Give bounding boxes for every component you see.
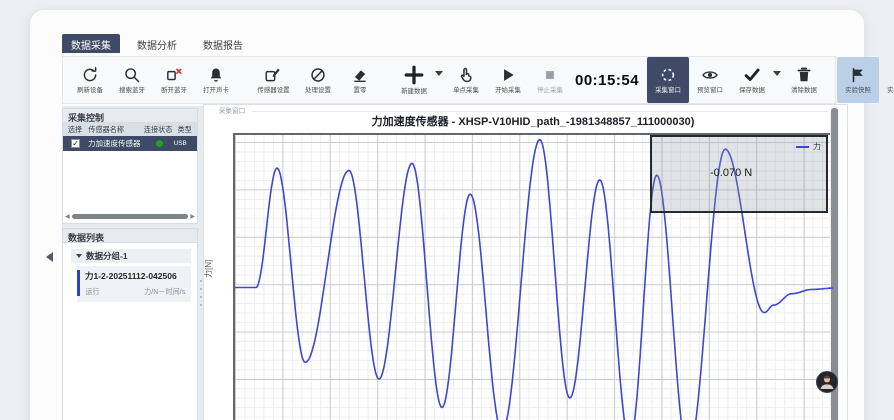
sensor-table-hscrollbar[interactable]: ◀ ▶: [65, 213, 195, 220]
save-data-button[interactable]: 保存数据: [731, 57, 773, 103]
col-type: 类型: [178, 124, 197, 134]
assistant-avatar-button[interactable]: [816, 371, 838, 393]
sound-card-icon: [207, 66, 225, 84]
start-capture-button[interactable]: 开始采集: [487, 57, 529, 103]
capture-window-button[interactable]: 采集窗口: [647, 57, 689, 103]
stop-capture-icon: [541, 66, 559, 84]
scroll-right-icon[interactable]: ▶: [190, 214, 195, 220]
selection-value: -0.070 N: [710, 167, 752, 179]
tab-data-collection[interactable]: 数据采集: [62, 34, 120, 53]
scroll-left-icon[interactable]: ◀: [65, 214, 70, 220]
disconnect-bluetooth-icon: [165, 66, 183, 84]
chart-plot[interactable]: -0.070 N 力 3210-1-2: [233, 133, 833, 420]
data-group-label: 数据分组-1: [86, 250, 128, 262]
processing-settings-icon: [309, 66, 327, 84]
item-accent-bar: [77, 270, 80, 296]
tab-data-report[interactable]: 数据报告: [194, 34, 252, 53]
refresh-icon: [81, 66, 99, 84]
capture-window-icon: [659, 66, 677, 84]
experiment-snapshot-button[interactable]: 实验快照: [837, 57, 879, 103]
chart-title: 力加速度传感器 - XHSP-V10HID_path_-1981348857_1…: [233, 113, 833, 129]
refresh-device-button[interactable]: 刷新设备: [69, 57, 111, 103]
clear-data-button[interactable]: 清除数据: [783, 57, 825, 103]
search-bluetooth-button[interactable]: 搜索蓝牙: [111, 57, 153, 103]
preview-window-icon: [701, 66, 719, 84]
new-data-icon: [404, 65, 424, 85]
legend-line-swatch: [796, 146, 809, 148]
save-data-icon: [743, 66, 761, 84]
zero-button[interactable]: 置零: [339, 57, 381, 103]
status-dot: [156, 140, 163, 147]
col-connection-status: 连接状态: [144, 124, 176, 134]
sidebar-collapse-handle[interactable]: [46, 252, 53, 262]
disconnect-bluetooth-button[interactable]: 断开蓝牙: [153, 57, 195, 103]
data-list-panel: 数据列表 数据分组-1 力1-2-20251112-042506 运行 力/N－…: [62, 228, 198, 420]
zero-icon: [351, 66, 369, 84]
sensor-type: USB: [174, 140, 187, 146]
tab-data-analysis[interactable]: 数据分析: [128, 34, 186, 53]
clear-data-icon: [795, 66, 813, 84]
chevron-down-icon: [76, 254, 82, 258]
col-sensor-name: 传感器名称: [88, 124, 141, 134]
data-item-title: 力1-2-20251112-042506: [85, 270, 186, 282]
snapshot-icon: [849, 66, 867, 84]
person-icon: [817, 372, 837, 392]
collection-control-panel: 采集控制 选择 传感器名称 连接状态 类型 ✓ 力加速度传感器 USB ◀ ▶: [62, 108, 198, 224]
processing-settings-button[interactable]: 处理设置: [297, 57, 339, 103]
save-data-dropdown-caret[interactable]: [773, 71, 781, 76]
col-select: 选择: [64, 124, 87, 134]
single-point-icon: [457, 66, 475, 84]
open-sound-card-button[interactable]: 打开声卡: [195, 57, 237, 103]
sensor-settings-button[interactable]: 传感器设置: [249, 57, 297, 103]
collection-control-title: 采集控制: [63, 109, 197, 123]
legend-series-label: 力: [813, 141, 821, 152]
y-axis-label: 力[N]: [203, 260, 214, 278]
chart-legend: 力: [796, 141, 821, 152]
new-data-button[interactable]: 新建数据: [393, 57, 435, 103]
experiment-record-button[interactable]: 实验录制: [879, 57, 894, 103]
data-list-title: 数据列表: [63, 229, 197, 243]
app-window: 数据采集 数据分析 数据报告 刷新设备 搜索蓝牙 断开蓝牙 打开声卡: [0, 0, 894, 420]
main-tabbar: 数据采集 数据分析 数据报告: [62, 34, 252, 53]
sensor-name: 力加速度传感器: [88, 138, 144, 149]
sensor-checkbox[interactable]: ✓: [71, 139, 80, 148]
sensor-table-row[interactable]: ✓ 力加速度传感器 USB: [63, 136, 197, 151]
sensor-settings-icon: [264, 66, 282, 84]
sensor-table-header: 选择 传感器名称 连接状态 类型: [63, 123, 197, 136]
data-item-status: 运行: [85, 286, 99, 296]
search-bluetooth-icon: [123, 66, 141, 84]
hscroll-thumb[interactable]: [72, 214, 189, 219]
data-group-row[interactable]: 数据分组-1: [71, 249, 191, 263]
data-list-item[interactable]: 力1-2-20251112-042506 运行 力/N－时间/s: [77, 266, 191, 302]
new-data-dropdown-caret[interactable]: [435, 71, 443, 76]
chart-header-divider: [252, 111, 828, 112]
toolbar: 刷新设备 搜索蓝牙 断开蓝牙 打开声卡 传感器设置 处理设置: [62, 56, 836, 104]
start-capture-icon: [499, 66, 517, 84]
data-item-axes: 力/N－时间/s: [144, 286, 185, 296]
stop-capture-button[interactable]: 停止采集: [529, 57, 571, 103]
capture-timer: 00:15:54: [575, 72, 639, 89]
single-point-capture-button[interactable]: 单点采集: [445, 57, 487, 103]
preview-window-button[interactable]: 预览窗口: [689, 57, 731, 103]
